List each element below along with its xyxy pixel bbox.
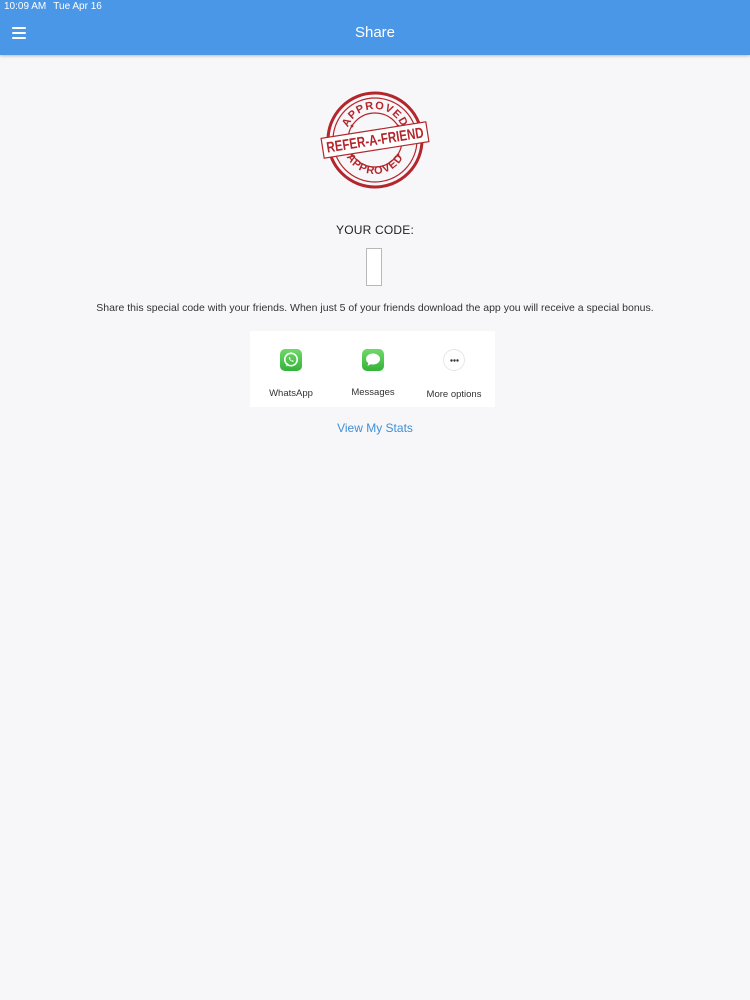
status-time: 10:09 AM: [4, 1, 47, 12]
share-whatsapp-label: WhatsApp: [269, 388, 313, 399]
page-title: Share: [354, 24, 396, 41]
referral-code-field[interactable]: [366, 248, 382, 286]
your-code-label: YOUR CODE:: [335, 223, 414, 237]
share-screen: 10:09 AM Tue Apr 16 Share APPROVED APPROV…: [0, 0, 750, 1000]
share-messages-label: Messages: [351, 387, 395, 398]
whatsapp-icon: [280, 349, 302, 371]
share-description: Share this special code with your friend…: [96, 302, 654, 314]
status-bar: 10:09 AM Tue Apr 16: [4, 1, 102, 12]
stamp-top-text: APPROVED: [340, 100, 409, 129]
top-navigation-bar: 10:09 AM Tue Apr 16 Share: [0, 0, 750, 55]
status-date: Tue Apr 16: [53, 1, 102, 12]
share-more-options-label: More options: [426, 389, 482, 400]
svg-text:APPROVED: APPROVED: [340, 100, 410, 129]
view-my-stats-link[interactable]: View My Stats: [0, 421, 750, 435]
refer-a-friend-stamp-logo: APPROVED APPROVED REFER-A-FRIEND: [320, 91, 430, 189]
messages-icon: [362, 349, 384, 371]
stamp-center-text: REFER-A-FRIEND: [325, 124, 425, 156]
share-options-panel: WhatsApp Messages More options: [250, 331, 495, 407]
share-messages-button[interactable]: Messages: [332, 331, 414, 407]
share-more-options-button[interactable]: More options: [413, 331, 495, 407]
more-options-icon: [443, 349, 465, 371]
share-whatsapp-button[interactable]: WhatsApp: [250, 331, 332, 407]
